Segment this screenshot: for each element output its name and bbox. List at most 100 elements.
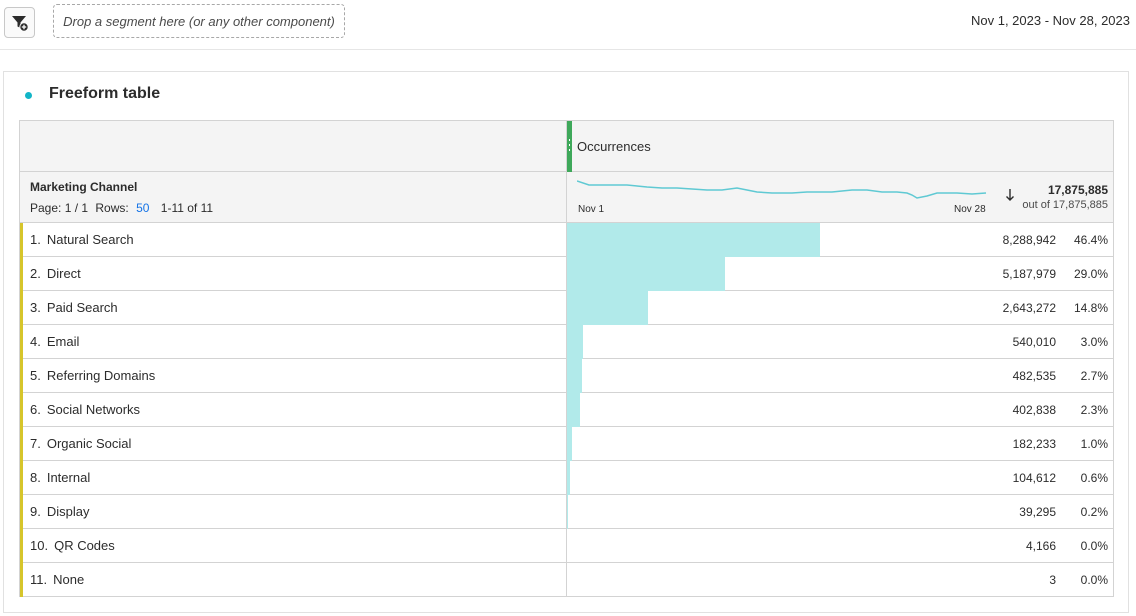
page-indicator: Page: 1 / 1: [30, 201, 89, 215]
dimension-item-label[interactable]: 1. Natural Search: [30, 232, 134, 247]
dimension-item-label[interactable]: 9. Display: [30, 504, 89, 519]
metric-header-row: Occurrences: [20, 121, 1113, 172]
row-label-text: Display: [46, 504, 90, 519]
column-divider: [566, 172, 567, 223]
row-selection-accent: [20, 291, 23, 325]
row-number: 1.: [30, 232, 41, 247]
top-toolbar: Drop a segment here (or any other compon…: [0, 0, 1136, 50]
freeform-table: Occurrences Marketing Channel Page: 1 / …: [19, 120, 1114, 597]
table-row[interactable]: 2. Direct 5,187,979 29.0%: [20, 257, 1113, 291]
table-row[interactable]: 4. Email 540,010 3.0%: [20, 325, 1113, 359]
metric-percent: 14.8%: [1073, 301, 1108, 315]
metric-percent: 0.0%: [1080, 573, 1108, 587]
column-divider: [566, 529, 567, 563]
dimension-item-label[interactable]: 10. QR Codes: [30, 538, 115, 553]
add-segment-filter-button[interactable]: [4, 7, 35, 38]
percent-bar: [567, 291, 648, 325]
metric-drag-handle[interactable]: [567, 121, 572, 172]
panel-status-dot: [25, 92, 32, 99]
dimension-item-label[interactable]: 4. Email: [30, 334, 79, 349]
metric-percent: 3.0%: [1080, 335, 1108, 349]
row-selection-accent: [20, 495, 23, 529]
rows-label: Rows:: [95, 201, 129, 215]
dimension-item-label[interactable]: 6. Social Networks: [30, 402, 140, 417]
metric-column-header[interactable]: Occurrences: [577, 139, 651, 154]
panel-title[interactable]: Freeform table: [49, 85, 160, 103]
segment-filter-add-icon: [12, 16, 29, 32]
row-label-text: Internal: [46, 470, 91, 485]
metric-percent: 2.3%: [1080, 403, 1108, 417]
table-row[interactable]: 1. Natural Search 8,288,942 46.4%: [20, 223, 1113, 257]
table-row[interactable]: 6. Social Networks 402,838 2.3%: [20, 393, 1113, 427]
metric-total: 17,875,885: [1047, 183, 1108, 197]
row-number: 8.: [30, 470, 41, 485]
percent-bar: [567, 495, 568, 529]
metric-value: 5,187,979: [1002, 267, 1056, 281]
metric-value: 2,643,272: [1002, 301, 1056, 315]
row-number: 3.: [30, 300, 41, 315]
percent-bar: [567, 427, 572, 461]
row-label-text: Paid Search: [46, 300, 118, 315]
table-row[interactable]: 10. QR Codes 4,166 0.0%: [20, 529, 1113, 563]
row-number: 5.: [30, 368, 41, 383]
row-number: 10.: [30, 538, 49, 553]
metric-value: 3: [1049, 573, 1056, 587]
row-selection-accent: [20, 325, 23, 359]
occurrences-sparkline: [577, 180, 987, 199]
date-range-label[interactable]: Nov 1, 2023 - Nov 28, 2023: [971, 13, 1130, 28]
row-number: 9.: [30, 504, 41, 519]
metric-value: 540,010: [1012, 335, 1056, 349]
row-label-text: Direct: [46, 266, 81, 281]
sparkline-end-label: Nov 28: [954, 204, 986, 215]
metric-percent: 46.4%: [1073, 233, 1108, 247]
metric-percent: 0.0%: [1080, 539, 1108, 553]
dimension-item-label[interactable]: 5. Referring Domains: [30, 368, 155, 383]
percent-bar: [567, 325, 583, 359]
row-range: 1-11 of 11: [160, 201, 214, 215]
metric-value: 482,535: [1012, 369, 1056, 383]
segment-drop-zone[interactable]: Drop a segment here (or any other compon…: [53, 4, 345, 38]
metric-value: 182,233: [1012, 437, 1056, 451]
pagination: Page: 1 / 1 Rows: 50 1-11 of 11: [30, 201, 213, 215]
metric-percent: 0.6%: [1080, 471, 1108, 485]
dimension-item-label[interactable]: 8. Internal: [30, 470, 90, 485]
metric-value: 402,838: [1012, 403, 1056, 417]
dimension-item-label[interactable]: 2. Direct: [30, 266, 81, 281]
table-row[interactable]: 5. Referring Domains 482,535 2.7%: [20, 359, 1113, 393]
row-number: 2.: [30, 266, 41, 281]
metric-value: 39,295: [1019, 505, 1056, 519]
row-label-text: Referring Domains: [46, 368, 156, 383]
row-label-text: Email: [46, 334, 80, 349]
dimension-header-row: Marketing Channel Page: 1 / 1 Rows: 50 1…: [20, 172, 1113, 223]
row-label-text: Organic Social: [46, 436, 132, 451]
metric-value: 4,166: [1025, 539, 1056, 553]
table-row[interactable]: 9. Display 39,295 0.2%: [20, 495, 1113, 529]
metric-value: 104,612: [1012, 471, 1056, 485]
table-row[interactable]: 3. Paid Search 2,643,272 14.8%: [20, 291, 1113, 325]
percent-bar: [567, 393, 580, 427]
row-number: 6.: [30, 402, 41, 417]
dimension-item-label[interactable]: 11. None: [30, 572, 84, 587]
row-label-text: QR Codes: [54, 538, 115, 553]
percent-bar: [567, 257, 725, 291]
metric-percent: 2.7%: [1080, 369, 1108, 383]
dimension-column-header[interactable]: Marketing Channel: [30, 180, 137, 194]
table-body: 1. Natural Search 8,288,942 46.4% 2. Direct 5,…: [20, 223, 1113, 597]
metric-percent: 29.0%: [1073, 267, 1108, 281]
table-row[interactable]: 11. None 3 0.0%: [20, 563, 1113, 597]
row-selection-accent: [20, 563, 23, 597]
table-row[interactable]: 8. Internal 104,612 0.6%: [20, 461, 1113, 495]
dimension-item-label[interactable]: 7. Organic Social: [30, 436, 131, 451]
row-number: 11.: [30, 572, 48, 587]
row-selection-accent: [20, 393, 23, 427]
percent-bar: [567, 223, 820, 257]
table-row[interactable]: 7. Organic Social 182,233 1.0%: [20, 427, 1113, 461]
row-selection-accent: [20, 257, 23, 291]
row-selection-accent: [20, 359, 23, 393]
percent-bar: [567, 461, 570, 495]
dimension-item-label[interactable]: 3. Paid Search: [30, 300, 118, 315]
percent-bar: [567, 359, 582, 393]
rows-per-page-select[interactable]: 50: [136, 201, 149, 215]
metric-percent: 0.2%: [1080, 505, 1108, 519]
sort-descending-icon[interactable]: [1005, 188, 1015, 202]
